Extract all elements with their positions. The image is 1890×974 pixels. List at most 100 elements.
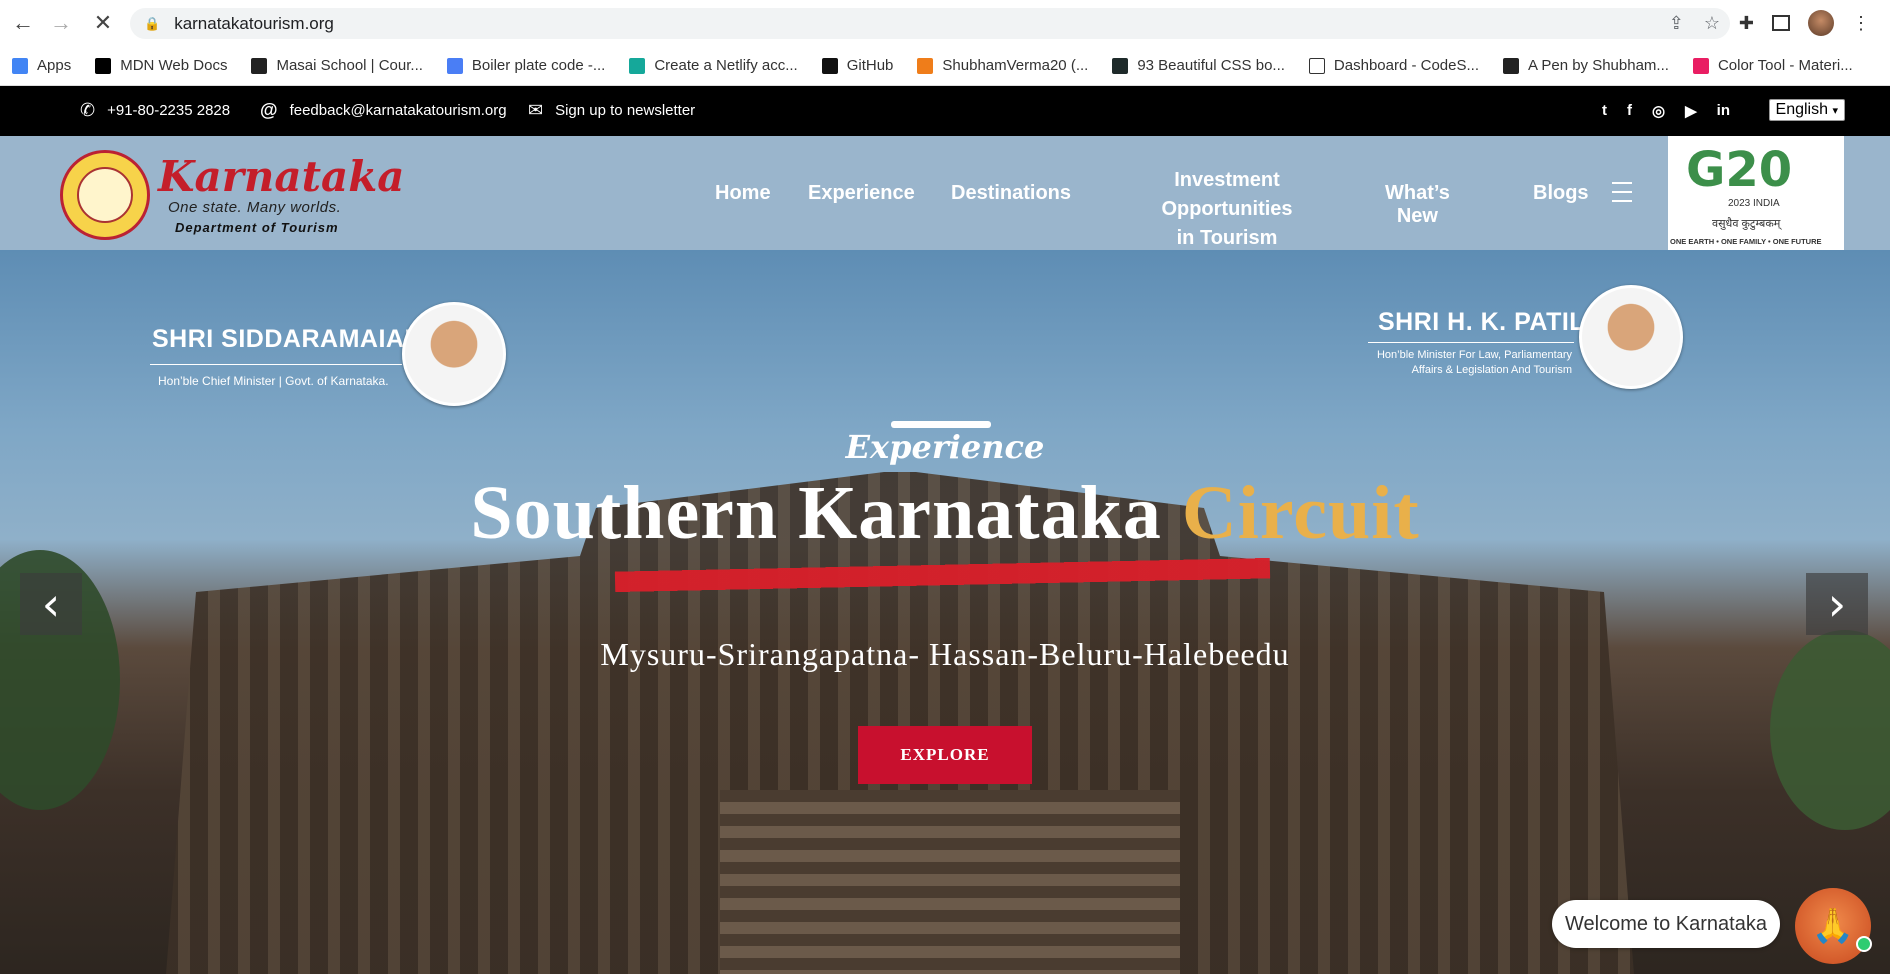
karnataka-seal-logo[interactable] — [60, 150, 150, 240]
kicker-bar — [891, 421, 991, 428]
prev-slide-arrow-icon[interactable]: ‹ — [20, 573, 82, 635]
browser-toolbar: ← → ✕ 🔒 karnatakatourism.org ⇪ ☆ ✚ ⋮ — [0, 0, 1890, 46]
address-bar[interactable]: 🔒 karnatakatourism.org — [130, 8, 1730, 39]
bookmark-label: Apps — [37, 57, 72, 74]
at-icon: @ — [260, 100, 278, 120]
email-contact[interactable]: @ feedback@karnatakatourism.org — [260, 100, 507, 121]
minister-right-role-line1: Hon’ble Minister For Law, Parliamentary — [1376, 349, 1572, 361]
minister-right-name: SHRI H. K. PATIL — [1378, 308, 1586, 336]
logo-tagline: One state. Many worlds. — [168, 199, 342, 216]
instagram-icon[interactable]: ◎ — [1652, 102, 1665, 120]
g20-india: 2023 INDIA — [1728, 198, 1780, 209]
nav-blogs[interactable]: Blogs — [1533, 182, 1589, 205]
url-text: karnatakatourism.org — [174, 13, 334, 33]
bookmark-favicon-icon — [1308, 57, 1325, 74]
bookmark-favicon-icon — [821, 57, 838, 74]
bookmark-label: ShubhamVerma20 (... — [942, 57, 1089, 74]
bookmark-item[interactable]: Masai School | Cour... — [251, 57, 423, 74]
minister-right-divider — [1368, 342, 1574, 343]
bookmark-label: Masai School | Cour... — [276, 57, 423, 74]
temple-steps — [720, 790, 1180, 974]
bookmark-label: Create a Netlify acc... — [654, 57, 798, 74]
extensions-icon[interactable]: ✚ — [1739, 13, 1754, 34]
bookmark-label: Boiler plate code -... — [471, 57, 606, 74]
stop-loading-icon[interactable]: ✕ — [88, 8, 118, 38]
bookmark-label: Color Tool - Materi... — [1717, 57, 1853, 74]
bookmark-favicon-icon — [446, 57, 463, 74]
facebook-icon[interactable]: f — [1627, 102, 1632, 120]
bookmark-item[interactable]: Apps — [12, 57, 71, 74]
language-select[interactable]: English ▾ — [1768, 99, 1845, 121]
bookmark-favicon-icon — [12, 57, 28, 74]
bookmark-favicon-icon — [917, 57, 934, 74]
bookmark-item[interactable]: Dashboard - CodeS... — [1308, 57, 1479, 74]
nav-investment-line1: Investment Opportunities — [1161, 169, 1293, 220]
bookmark-favicon-icon — [1692, 57, 1709, 74]
nav-investment[interactable]: Investment Opportunities in Tourism — [1107, 166, 1347, 253]
nav-whats-new[interactable]: What’s New — [1385, 182, 1450, 228]
bookmark-item[interactable]: A Pen by Shubham... — [1503, 57, 1669, 74]
language-value: English — [1775, 101, 1829, 118]
slide-title-accent: Circuit — [1181, 471, 1420, 555]
profile-avatar[interactable] — [1808, 10, 1834, 36]
g20-hindi: वसुधैव कुटुम्बकम् — [1712, 218, 1781, 230]
site-topbar: ✆ +91-80-2235 2828 @ feedback@karnatakat… — [0, 86, 1890, 136]
phone-icon: ✆ — [80, 100, 96, 120]
side-panel-icon[interactable] — [1772, 15, 1790, 31]
g20-footer: ONE EARTH • ONE FAMILY • ONE FUTURE — [1670, 237, 1822, 246]
bookmark-item[interactable]: ShubhamVerma20 (... — [917, 57, 1088, 74]
slide-kicker: Experience — [845, 428, 1045, 466]
share-icon[interactable]: ⇪ — [1669, 13, 1684, 34]
explore-button[interactable]: EXPLORE — [858, 726, 1032, 784]
menu-dots-icon[interactable]: ⋮ — [1852, 13, 1870, 34]
nav-home[interactable]: Home — [715, 182, 771, 205]
chatbot-namaste-icon[interactable]: 🙏 — [1795, 888, 1871, 964]
slide-subtitle: Mysuru-Srirangapatna- Hassan-Beluru-Hale… — [600, 636, 1290, 672]
social-links: t f ◎ ▶ in — [1602, 102, 1730, 120]
minister-right-photo — [1579, 285, 1683, 389]
forward-icon[interactable]: → — [46, 8, 76, 38]
minister-left-divider — [150, 364, 402, 365]
logo-wordmark[interactable]: Karnataka — [158, 152, 405, 201]
bookmark-item[interactable]: GitHub — [821, 57, 893, 74]
linkedin-icon[interactable]: in — [1717, 102, 1730, 120]
chat-welcome-bubble[interactable]: Welcome to Karnataka — [1552, 900, 1780, 948]
back-icon[interactable]: ← — [8, 8, 38, 38]
bookmark-favicon-icon — [95, 57, 112, 74]
logo-department: Department of Tourism — [175, 220, 339, 235]
twitter-icon[interactable]: t — [1602, 102, 1607, 120]
newsletter-label: Sign up to newsletter — [555, 102, 696, 119]
bookmarks-bar: Apps MDN Web Docs Masai School | Cour... Bo… — [0, 46, 1890, 86]
chevron-down-icon: ▾ — [1832, 105, 1838, 117]
hamburger-menu-icon[interactable] — [1612, 182, 1632, 209]
minister-right-role-line2: Affairs & Legislation And Tourism — [1411, 364, 1572, 376]
bookmark-item[interactable]: MDN Web Docs — [95, 57, 227, 74]
bookmark-star-icon[interactable]: ☆ — [1704, 13, 1720, 34]
bookmark-item[interactable]: Boiler plate code -... — [446, 57, 606, 74]
bookmark-label: 93 Beautiful CSS bo... — [1137, 57, 1285, 74]
newsletter-link[interactable]: ✉ Sign up to newsletter — [528, 100, 695, 121]
bookmark-favicon-icon — [1503, 57, 1519, 74]
minister-right-role: Hon’ble Minister For Law, Parliamentary … — [1374, 348, 1572, 378]
next-slide-arrow-icon[interactable]: › — [1806, 573, 1868, 635]
bookmark-item[interactable]: Color Tool - Materi... — [1692, 57, 1853, 74]
bookmark-label: A Pen by Shubham... — [1528, 57, 1669, 74]
bookmark-favicon-icon — [629, 57, 646, 74]
g20-logo[interactable]: G20 2023 INDIA वसुधैव कुटुम्बकम् ONE EAR… — [1668, 136, 1844, 250]
nav-investment-line2: in Tourism — [1176, 227, 1278, 249]
email-address: feedback@karnatakatourism.org — [289, 102, 507, 119]
minister-left-name: SHRI SIDDARAMAIAH — [152, 325, 423, 353]
bookmark-item[interactable]: Create a Netlify acc... — [629, 57, 798, 74]
extension-area: ✚ ⋮ — [1739, 10, 1870, 36]
phone-number: +91-80-2235 2828 — [107, 102, 231, 119]
slide-title: Southern Karnataka Circuit — [0, 470, 1890, 557]
lock-icon: 🔒 — [144, 15, 161, 31]
bookmark-label: Dashboard - CodeS... — [1333, 57, 1479, 74]
bookmark-favicon-icon — [1112, 57, 1129, 74]
nav-experience[interactable]: Experience — [808, 182, 915, 205]
bookmark-item[interactable]: 93 Beautiful CSS bo... — [1112, 57, 1285, 74]
phone-contact[interactable]: ✆ +91-80-2235 2828 — [80, 100, 230, 121]
online-status-dot — [1856, 936, 1872, 952]
nav-destinations[interactable]: Destinations — [951, 182, 1071, 205]
youtube-icon[interactable]: ▶ — [1685, 102, 1697, 120]
